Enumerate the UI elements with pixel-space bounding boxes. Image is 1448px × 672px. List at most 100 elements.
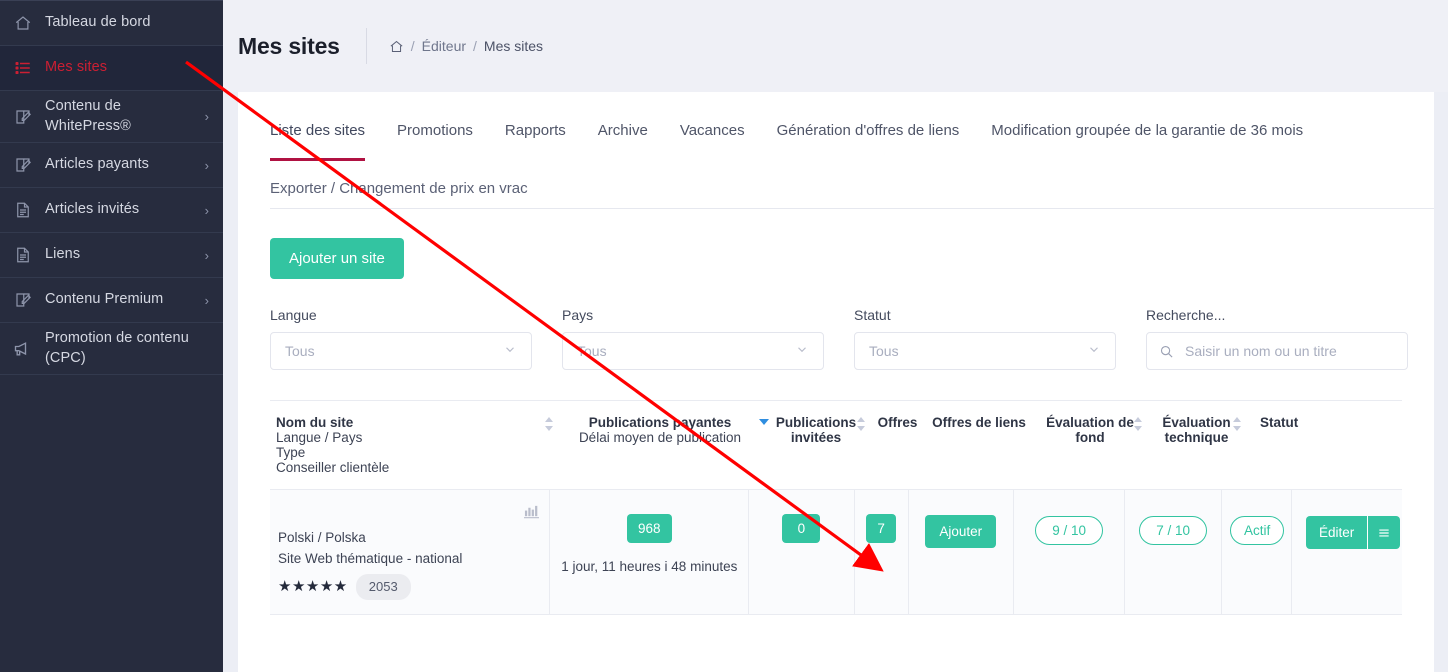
megaphone-icon: [0, 339, 45, 359]
sort-both-icon[interactable]: [1133, 416, 1143, 432]
sidebar-item-contenu-premium[interactable]: Contenu Premium ›: [0, 278, 223, 324]
country-select[interactable]: Tous: [562, 332, 824, 370]
sidebar-item-tableau-de-bord[interactable]: Tableau de bord: [0, 1, 223, 46]
divider: [365, 28, 367, 64]
col-header-line1: Évaluation de fond: [1046, 415, 1134, 445]
col-header-evaluation-de-fond[interactable]: Évaluation de fond: [1033, 401, 1147, 489]
edit-button[interactable]: Éditer: [1306, 516, 1368, 549]
sidebar-item-label: Liens: [45, 246, 81, 263]
document-icon: [0, 246, 45, 264]
breadcrumb-separator: /: [410, 38, 415, 54]
site-lang-country: Polski / Polska: [278, 530, 366, 545]
tab-modification-groupee-garantie[interactable]: Modification groupée de la garantie de 3…: [991, 92, 1303, 161]
home-icon: [0, 14, 45, 32]
card-body: Ajouter un site Langue Tous Pays Tous St…: [238, 210, 1434, 615]
language-select[interactable]: Tous: [270, 332, 532, 370]
breadcrumb-link-editeur[interactable]: Éditeur: [422, 38, 466, 54]
export-bulk-price-link[interactable]: Exporter / Changement de prix en vrac: [270, 180, 528, 197]
sidebar-item-label: Mes sites: [45, 59, 108, 76]
technical-evaluation-badge[interactable]: 7 / 10: [1139, 516, 1208, 545]
filter-label: Langue: [270, 307, 317, 323]
chevron-down-icon: [795, 343, 809, 360]
cell-offres: 7: [855, 490, 909, 614]
sidebar-item-liens[interactable]: Liens ›: [0, 233, 223, 279]
tab-liste-des-sites[interactable]: Liste des sites: [270, 92, 366, 161]
breadcrumb-separator: /: [473, 38, 477, 54]
filter-recherche: Recherche...: [1146, 307, 1408, 370]
breadcrumb-current: Mes sites: [483, 38, 544, 54]
sort-both-icon[interactable]: [1232, 416, 1242, 432]
chevron-right-icon: ›: [204, 157, 209, 173]
col-header-line2: Langue / Pays: [276, 430, 363, 445]
document-icon: [0, 201, 45, 219]
add-link-offer-button[interactable]: Ajouter: [925, 515, 997, 548]
avg-publication-time: 1 jour, 11 heures i 48 minutes: [561, 559, 738, 574]
hamburger-icon[interactable]: [1367, 516, 1401, 549]
col-header-line4: Conseiller clientèle: [276, 460, 390, 475]
sidebar-item-promotion-de-contenu-cpc[interactable]: Promotion de contenu (CPC): [0, 323, 223, 376]
tab-promotions[interactable]: Promotions: [397, 92, 473, 161]
breadcrumb: / Éditeur / Mes sites: [389, 38, 543, 54]
col-header-publications-payantes[interactable]: Publications payantes Délai moyen de pub…: [558, 401, 769, 489]
bar-chart-icon[interactable]: [524, 504, 540, 522]
sidebar-item-articles-invites[interactable]: Articles invités ›: [0, 188, 223, 234]
col-header-line2: Délai moyen de publication: [578, 430, 742, 445]
sort-both-icon[interactable]: [856, 416, 866, 432]
col-header-line3: Type: [276, 445, 306, 460]
filter-statut: Statut Tous: [854, 307, 1116, 370]
filter-bar: Langue Tous Pays Tous Statut Tous Recher…: [270, 307, 1408, 370]
sites-table: Nom du site Langue / Pays Type Conseille…: [270, 400, 1402, 615]
divider: [270, 208, 1434, 209]
site-type: Site Web thématique - national: [278, 550, 463, 566]
col-header-nom-du-site[interactable]: Nom du site Langue / Pays Type Conseille…: [270, 401, 558, 489]
tab-generation-offres-liens[interactable]: Génération d'offres de liens: [777, 92, 960, 161]
language-select-value: Tous: [285, 343, 315, 359]
col-header-line1: Offres: [877, 415, 918, 430]
tab-vacances[interactable]: Vacances: [680, 92, 745, 161]
tab-rapports[interactable]: Rapports: [505, 92, 566, 161]
add-site-button[interactable]: Ajouter un site: [270, 238, 404, 279]
sidebar-item-label: Contenu de WhitePress®: [45, 98, 131, 134]
country-select-value: Tous: [577, 343, 607, 359]
content-evaluation-badge[interactable]: 9 / 10: [1035, 516, 1104, 545]
cell-publications-invitees: 0: [749, 490, 855, 614]
home-icon[interactable]: [389, 39, 404, 54]
col-header-line1: Publications payantes: [588, 415, 732, 430]
status-select[interactable]: Tous: [854, 332, 1116, 370]
sidebar-item-label: Promotion de contenu (CPC): [45, 330, 189, 366]
status-select-value: Tous: [869, 343, 899, 359]
guest-publications-badge[interactable]: 0: [782, 514, 821, 543]
top-bar: Mes sites / Éditeur / Mes sites: [223, 0, 1448, 92]
rating-count-badge: 2053: [355, 573, 411, 600]
col-header-line1: Statut: [1260, 415, 1299, 430]
status-badge: Actif: [1230, 516, 1285, 545]
search-box[interactable]: [1146, 332, 1408, 370]
sidebar-item-label: Articles payants: [45, 156, 149, 173]
col-header-evaluation-technique[interactable]: Évaluation technique: [1147, 401, 1246, 489]
chevron-right-icon: ›: [204, 202, 209, 218]
sidebar-item-label: Contenu Premium: [45, 291, 164, 308]
cell-actions: Éditer: [1292, 490, 1402, 614]
chevron-down-icon: [1087, 343, 1101, 360]
sidebar-item-contenu-de-whitepress[interactable]: Contenu de WhitePress® ›: [0, 91, 223, 144]
tab-archive[interactable]: Archive: [598, 92, 648, 161]
paid-publications-badge[interactable]: 968: [627, 514, 672, 543]
offers-badge[interactable]: 7: [866, 514, 897, 543]
col-header-line1: Publications invitées: [775, 415, 857, 445]
col-header-line1: Offres de liens: [932, 415, 1026, 430]
cell-statut: Actif: [1222, 490, 1292, 614]
edit-square-icon: [0, 108, 45, 126]
col-header-publications-invitees[interactable]: Publications invitées: [762, 401, 870, 489]
sidebar-item-articles-payants[interactable]: Articles payants ›: [0, 143, 223, 189]
col-header-statut[interactable]: Statut: [1246, 401, 1396, 489]
app-root: Tableau de bord Mes sites Contenu de Whi…: [0, 0, 1448, 672]
sort-both-icon[interactable]: [544, 416, 554, 432]
edit-square-icon: [0, 156, 45, 174]
col-header-offres-de-liens[interactable]: Offres de liens: [925, 401, 1033, 489]
sidebar-item-mes-sites[interactable]: Mes sites: [0, 46, 223, 91]
search-input[interactable]: [1183, 342, 1395, 360]
content-card: Liste des sites Promotions Rapports Arch…: [238, 92, 1434, 672]
col-header-line1: Évaluation technique: [1162, 415, 1231, 445]
col-header-offres[interactable]: Offres: [870, 401, 925, 489]
filter-label: Recherche...: [1146, 307, 1226, 323]
